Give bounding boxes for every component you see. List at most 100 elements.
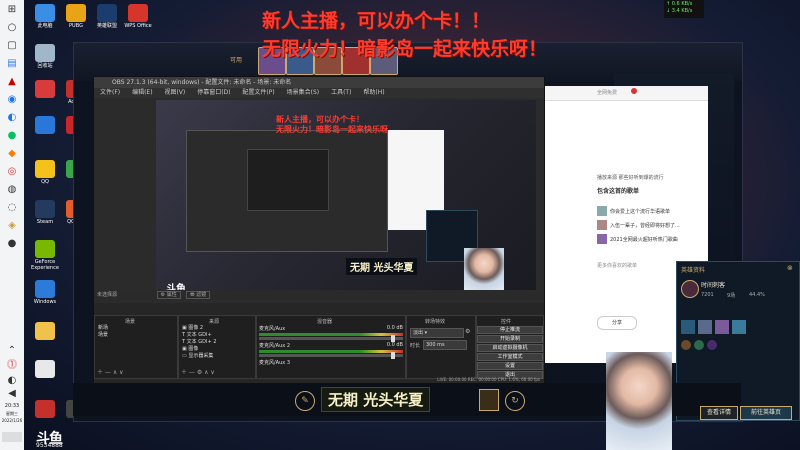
desktop-icon-geforce[interactable]: GeForce Experience [30, 240, 60, 271]
virtual-camera-button[interactable]: 启动虚拟摄像机 [477, 344, 543, 352]
chevron-up-icon[interactable]: ⌃ [6, 345, 18, 357]
source-add-icon[interactable]: ＋ — ⚙ ∧ ∨ [181, 367, 215, 376]
menu-edit[interactable]: 编辑(E) [132, 89, 152, 96]
mixer-channel-name: 麦克风/Aux 2 [259, 343, 291, 349]
transition-select[interactable]: 淡出 ▾ [410, 328, 464, 338]
desktop-icon-lol[interactable]: 英雄联盟 [92, 4, 122, 29]
desktop-icon-pubg[interactable]: PUBG [61, 4, 91, 29]
clock-time[interactable]: 20:33 [0, 403, 24, 409]
scene-item[interactable]: 场景 [95, 332, 175, 339]
slider-handle[interactable] [391, 335, 395, 342]
desktop-icon-steam[interactable]: Steam [30, 200, 60, 225]
source-item[interactable]: T 文本 GDI+ 2 [179, 339, 253, 346]
desktop-icon-app[interactable] [30, 80, 60, 99]
edit-icon[interactable]: ✎ [295, 391, 315, 411]
browser-icon[interactable]: ◉ [6, 94, 18, 106]
menu-scene-collection[interactable]: 场景集合(S) [287, 89, 320, 96]
stop-streaming-button[interactable]: 停止推流 [477, 326, 543, 334]
playlist-item[interactable]: 入伍一辈子，曾经即将好想了... [597, 218, 707, 232]
app-icon[interactable]: ▲ [6, 76, 18, 88]
item-icon[interactable] [681, 320, 695, 334]
speaker-icon[interactable]: ◀ [6, 388, 18, 400]
desktop-icon-netease[interactable] [30, 400, 60, 419]
share-button[interactable]: 分享 [597, 316, 637, 330]
source-label: 文本 GDI+ [186, 332, 212, 338]
steam-icon[interactable]: ◍ [6, 184, 18, 196]
duration-field[interactable]: 300 ms [423, 340, 467, 350]
menu-help[interactable]: 帮助(H) [363, 89, 384, 96]
netease-music-icon[interactable]: ◎ [6, 166, 18, 178]
item-icon[interactable] [715, 320, 729, 334]
notification-center-icon[interactable] [2, 432, 22, 442]
task-view-icon[interactable]: ▢ [6, 40, 18, 52]
rune-icon[interactable] [681, 340, 691, 350]
source-item[interactable]: T 文本 GDI+ [179, 332, 253, 339]
filters-button[interactable]: ⛃ 滤镜 [186, 291, 211, 299]
obs-title-bar: OBS 27.1.3 (64-bit, windows) - 配置文件: 未命名… [94, 77, 544, 88]
preview-caption: 无期 光头华夏 [346, 258, 418, 275]
desktop-icon-label: PUBG [69, 23, 83, 29]
desktop-icon-windows[interactable]: Windows [30, 280, 60, 305]
search-icon[interactable]: ○ [6, 22, 18, 34]
douyu-icon[interactable]: ◆ [6, 148, 18, 160]
scene-item[interactable]: 新场 [95, 325, 175, 332]
playlist-item[interactable]: 你会爱上这个流行华语歌单 [597, 204, 707, 218]
source-item[interactable]: ▣ 图像 [179, 346, 253, 353]
desktop-icon-wps[interactable]: WPS Office [123, 4, 153, 29]
scene-add-icon[interactable]: ＋ — ∧ ∨ [97, 367, 124, 376]
scenes-header: 场景 [125, 319, 136, 325]
menu-view[interactable]: 视图(V) [164, 89, 185, 96]
item-icon[interactable] [698, 320, 712, 334]
notification-badge-icon[interactable] [631, 88, 637, 94]
desktop-icon-folder[interactable] [30, 322, 60, 341]
explorer-icon[interactable]: ▤ [6, 58, 18, 70]
obs-running-icon[interactable]: ● [6, 238, 18, 250]
view-details-button[interactable]: 查看详情 [700, 406, 738, 420]
source-item[interactable]: ▭ 显示器采集 [179, 353, 253, 360]
network-icon[interactable]: ◐ [6, 375, 18, 387]
studio-mode-button[interactable]: 工作室模式 [477, 353, 543, 361]
champion-page-button[interactable]: 前往英雄页 [740, 406, 792, 420]
preview-overlay-line2: 无限火力！暗影岛一起来快乐呀 [276, 124, 388, 134]
notification-icon[interactable]: ⓵ [6, 360, 18, 372]
more-playlists-link[interactable]: 更多你喜欢的歌单 [597, 262, 637, 269]
obs-preview[interactable]: 新人主播，可以办个卡！ 无限火力！暗影岛一起来快乐呀 无期 光头华夏 斗鱼 [156, 100, 536, 300]
menu-file[interactable]: 文件(F) [100, 89, 120, 96]
item-icon[interactable] [732, 320, 746, 334]
playlist-item[interactable]: 2021全网最火超好听热门歌曲 [597, 232, 707, 246]
refresh-icon[interactable]: ↻ [505, 391, 525, 411]
desktop-icon-blue[interactable] [30, 116, 60, 135]
pubg-icon [66, 4, 86, 22]
obs-icon[interactable]: ◌ [6, 202, 18, 214]
start-recording-button[interactable]: 开始录制 [477, 335, 543, 343]
menu-profile[interactable]: 配置文件(P) [242, 89, 274, 96]
menu-tools[interactable]: 工具(T) [331, 89, 351, 96]
properties-button[interactable]: ⚙ 属性 [156, 291, 181, 299]
duration-label: 时长 [410, 343, 421, 349]
wechat-icon[interactable]: ● [6, 130, 18, 142]
source-label: 显示器采集 [188, 353, 214, 359]
steam-icon [35, 200, 55, 218]
desktop-icon-recycle-bin[interactable]: 回收站 [30, 44, 60, 69]
source-item[interactable]: ▣ 图像 2 [179, 325, 253, 332]
volume-slider[interactable] [259, 335, 403, 342]
folder-icon [35, 322, 55, 340]
settings-button[interactable]: 设置 [477, 362, 543, 370]
close-icon[interactable]: ⊗ [787, 264, 793, 272]
gear-icon[interactable]: ⚙ [465, 328, 470, 335]
desktop-icon-this-pc[interactable]: 此电脑 [30, 4, 60, 29]
league-client-icon[interactable]: ◈ [6, 220, 18, 232]
rune-icon[interactable] [707, 340, 717, 350]
rune-row [681, 340, 717, 350]
desktop-icon-qq[interactable]: QQ [30, 160, 60, 185]
rune-icon[interactable] [694, 340, 704, 350]
edge-icon[interactable]: ◐ [6, 112, 18, 124]
champion-page-label: 前往英雄页 [750, 409, 781, 416]
volume-slider[interactable] [259, 352, 403, 359]
windows-start-icon[interactable]: ⊞ [6, 4, 18, 16]
mixer-channel: 麦克风/Aux 0.0 dB [259, 325, 403, 342]
menu-docks[interactable]: 停靠窗口(D) [197, 89, 230, 96]
desktop-icon-file[interactable] [30, 360, 60, 379]
slider-handle[interactable] [391, 352, 395, 359]
controls-header: 控件 [501, 319, 512, 325]
